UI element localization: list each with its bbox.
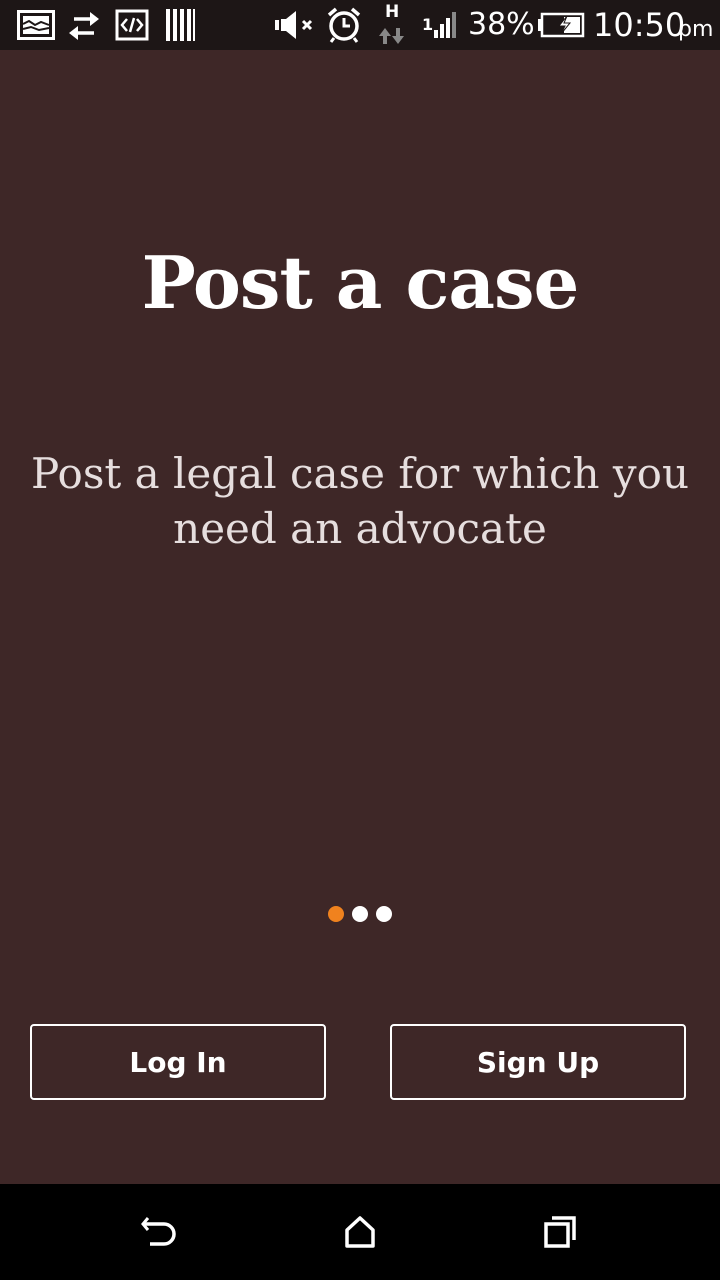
page-dot[interactable] <box>352 906 368 922</box>
battery-charging-icon <box>536 0 586 50</box>
code-icon <box>114 0 150 50</box>
barcode-icon <box>162 0 198 50</box>
battery-percent: 38% <box>468 7 535 42</box>
alarm-icon <box>324 0 364 50</box>
signup-button[interactable]: Sign Up <box>390 1024 686 1100</box>
recent-apps-icon[interactable] <box>500 1184 620 1280</box>
onboarding-screen: Post a case Post a legal case for which … <box>0 50 720 1184</box>
login-button[interactable]: Log In <box>30 1024 326 1100</box>
page-dot-active[interactable] <box>328 906 344 922</box>
status-bar: H 1 38% 10:50 pm <box>0 0 720 50</box>
onboarding-subtitle: Post a legal case for which you need an … <box>30 449 689 553</box>
sync-arrows-icon <box>64 0 104 50</box>
data-type-label: H <box>385 2 400 22</box>
clock-ampm: pm <box>678 17 714 42</box>
clock-time: 10:50 <box>593 6 686 44</box>
page-dot[interactable] <box>376 906 392 922</box>
screenshot-icon <box>16 0 56 50</box>
signal-icon: 1 <box>420 0 464 50</box>
mute-icon <box>272 0 318 50</box>
onboarding-title: Post a case <box>141 240 580 325</box>
hspa-data-icon: H <box>376 0 408 50</box>
navigation-bar <box>0 1184 720 1280</box>
home-icon[interactable] <box>300 1184 420 1280</box>
page-indicator <box>0 906 720 924</box>
back-icon[interactable] <box>100 1184 220 1280</box>
